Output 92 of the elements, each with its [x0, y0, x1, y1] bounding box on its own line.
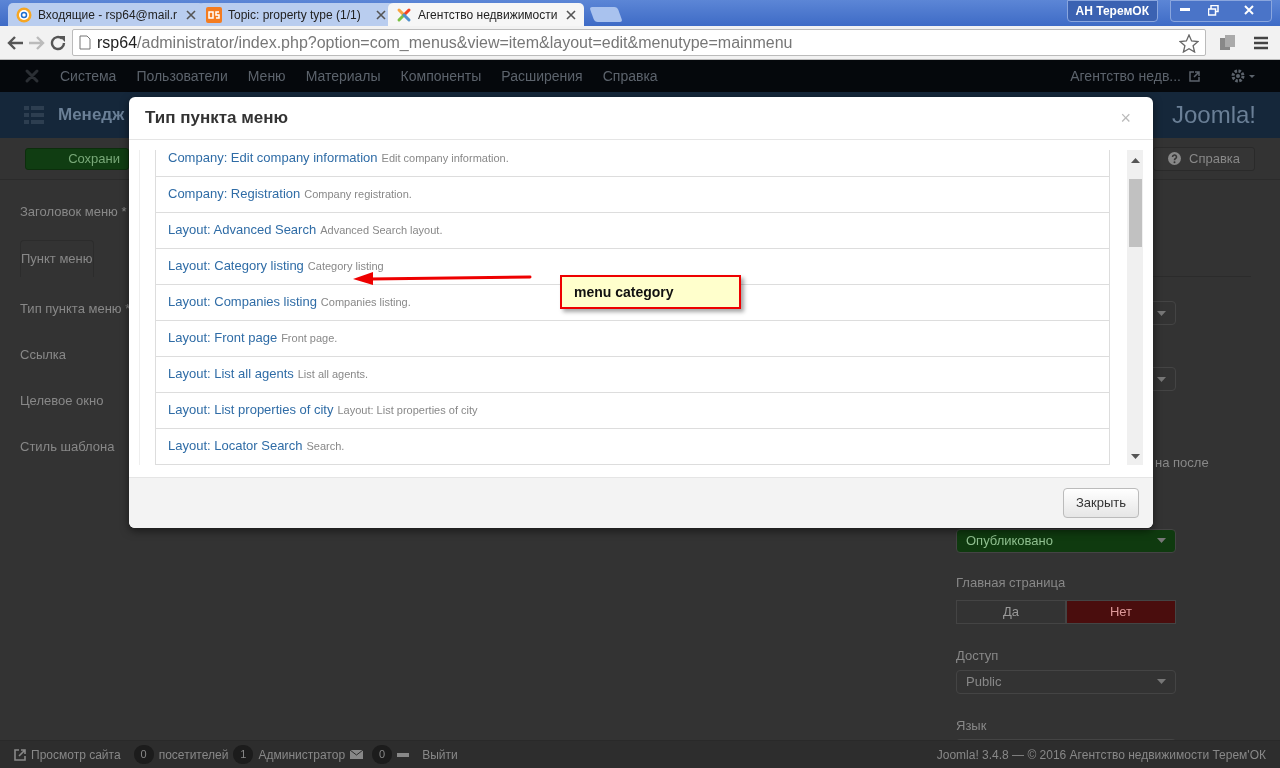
site-link[interactable]: Агентство недв...: [1070, 65, 1181, 87]
field-label: Целевое окно: [20, 391, 104, 410]
status-value: Опубликовано: [966, 531, 1053, 550]
external-link-icon: [1189, 70, 1200, 82]
help-button[interactable]: Справка: [1153, 146, 1255, 171]
save-button[interactable]: Сохрани: [25, 147, 129, 170]
callout-note: menu category: [560, 275, 741, 309]
nav-menu-item[interactable]: Материалы: [305, 65, 381, 87]
mail-icon: [16, 6, 32, 23]
tab-title: Агентство недвижимости: [418, 6, 559, 24]
nav-menu-item[interactable]: Компоненты: [400, 65, 482, 87]
scroll-down-icon[interactable]: [1130, 453, 1140, 459]
menu-type-description: Front page.: [281, 330, 338, 346]
help-icon: [1168, 152, 1181, 165]
menu-icon[interactable]: [1252, 34, 1270, 51]
menu-type-link[interactable]: Company: Edit company information: [168, 149, 378, 168]
count-badge: 1: [233, 745, 254, 764]
nav-menu-item[interactable]: Меню: [247, 65, 286, 87]
envelope-icon[interactable]: [350, 750, 364, 759]
logout-link[interactable]: Выйти: [422, 745, 458, 764]
star-icon[interactable]: [1179, 33, 1199, 53]
menu-type-link[interactable]: Layout: Category listing: [168, 256, 304, 276]
menu-type-description: Advanced Search layout.: [320, 222, 443, 238]
minimize-icon: [1180, 8, 1190, 12]
menu-type-link[interactable]: Layout: Companies listing: [168, 292, 317, 312]
toggle-button[interactable]: Нет: [1066, 600, 1176, 624]
tab-title: Входящие - rsp64@mail.r: [38, 6, 179, 24]
extension-icon[interactable]: [1218, 33, 1238, 52]
scroll-up-icon[interactable]: [1130, 157, 1140, 163]
external-link-icon[interactable]: [14, 748, 26, 761]
visitors-label: посетителей: [158, 746, 229, 764]
back-arrow-icon[interactable]: [6, 34, 24, 51]
nav-menu-item[interactable]: Система: [60, 65, 117, 87]
menu-type-description: List all agents.: [297, 366, 369, 382]
count-badge: 0: [133, 745, 154, 764]
field-label: Доступ: [956, 647, 1000, 665]
field-label: Заголовок меню *: [20, 203, 127, 221]
copyright-text: Joomla! 3.4.8 — © 2016 Агентство недвижимости Терем'ОК: [936, 746, 1266, 764]
tab-title: Topic: property type (1/1): [228, 6, 362, 24]
profile-button[interactable]: АН ТеремОК: [1066, 0, 1158, 22]
joomla-logo: Joomla!: [1171, 100, 1256, 130]
new-tab-button[interactable]: [589, 7, 623, 22]
close-icon: [1244, 5, 1254, 15]
restore-icon: [1207, 4, 1219, 16]
count-badge: 0: [372, 745, 393, 764]
menu-type-description: Search.: [306, 438, 345, 454]
status-select[interactable]: Опубликовано: [956, 528, 1176, 553]
scrollbar-thumb[interactable]: [1128, 178, 1142, 247]
browser-tab[interactable]: Агентство недвижимости: [388, 3, 584, 26]
reload-icon[interactable]: [50, 34, 68, 51]
view-site-link[interactable]: Просмотр сайта: [31, 745, 121, 764]
toggle-button[interactable]: Да: [956, 600, 1066, 624]
address-bar[interactable]: rsp64/administrator/index.php?option=com_menus&view=item&layout=edit&menutype=mainmenu: [72, 29, 1206, 56]
caret-icon: [1157, 376, 1166, 382]
nav-menu-item[interactable]: Справка: [602, 65, 658, 87]
minus-icon: [397, 752, 410, 757]
close-icon[interactable]: [566, 9, 576, 20]
field-label: Ссылка: [20, 345, 67, 364]
close-icon[interactable]: [186, 9, 196, 20]
form-tab[interactable]: Пункт меню: [20, 239, 94, 277]
modal-title: Тип пункта меню: [145, 107, 288, 130]
field-label: Стиль шаблона: [20, 437, 115, 456]
caret-icon: [1157, 679, 1166, 684]
menu-type-description: Companies listing.: [320, 294, 411, 310]
caret-icon: [1157, 538, 1166, 543]
close-button[interactable]: Закрыть: [1062, 488, 1139, 518]
field-label: Главная страница: [956, 573, 1067, 592]
page-icon: [79, 35, 91, 50]
field-label: Язык: [956, 716, 988, 735]
nav-menu-item[interactable]: Пользователи: [136, 65, 228, 87]
caret-icon: [1157, 310, 1166, 316]
menu-type-description: Edit company information.: [381, 150, 509, 166]
menu-type-link[interactable]: Layout: Advanced Search: [168, 220, 317, 240]
access-select[interactable]: Public: [956, 669, 1176, 694]
tab-favicon-icon: [206, 6, 222, 23]
page-title: Менедж: [58, 104, 125, 127]
menu-type-description: Layout: List properties of city: [337, 402, 478, 418]
field-label: на после: [1155, 454, 1209, 472]
nav-menu-item[interactable]: Расширения: [501, 65, 583, 87]
url-text: rsp64/administrator/index.php?option=com_menus&view=item&layout=edit&menutype=mainmenu: [97, 32, 793, 53]
admins-label: Администратор: [258, 746, 346, 764]
menu-type-link[interactable]: Layout: Front page: [168, 328, 278, 348]
access-value: Public: [966, 672, 1002, 691]
scrollbar[interactable]: [1127, 149, 1143, 465]
close-icon[interactable]: [376, 9, 386, 20]
menu-type-link[interactable]: Layout: List properties of city: [168, 400, 334, 420]
menu-type-link[interactable]: Layout: List all agents: [168, 364, 294, 384]
menu-type-link[interactable]: Layout: Locator Search: [168, 436, 303, 456]
menu-type-description: Category listing: [307, 258, 384, 274]
menu-type-link[interactable]: Company: Registration: [168, 184, 301, 204]
settings-icon[interactable]: [1230, 68, 1256, 84]
menu-type-description: Company registration.: [304, 186, 412, 202]
